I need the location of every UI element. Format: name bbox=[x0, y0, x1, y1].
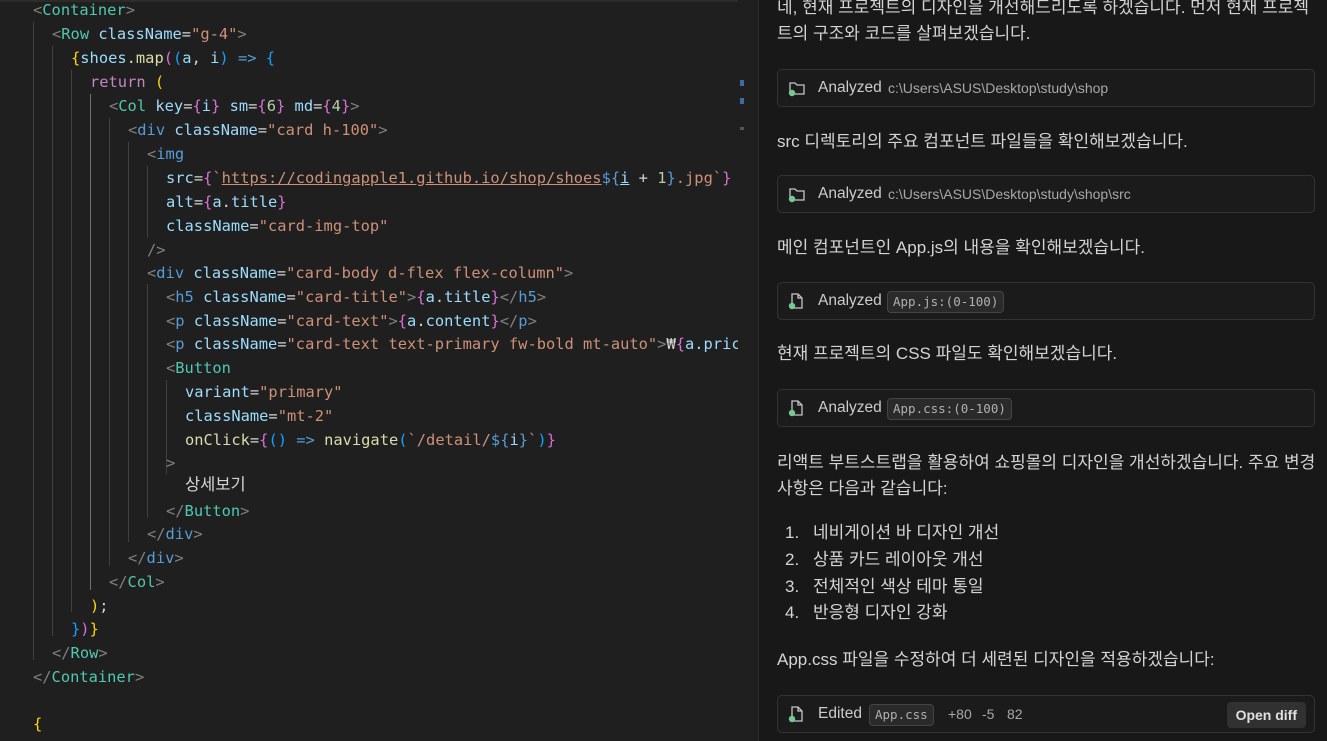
list-item: 2. 상품 카드 레이아웃 개선 bbox=[785, 550, 984, 569]
code-line-4[interactable]: return ( bbox=[90, 70, 164, 94]
code-line-22[interactable]: </Button> bbox=[166, 499, 249, 523]
lines-removed: -5 bbox=[982, 706, 995, 722]
indent-guide bbox=[109, 118, 110, 566]
code-line-8[interactable]: src={`https://codingapple1.github.io/sho… bbox=[166, 166, 731, 190]
file-icon bbox=[788, 399, 806, 417]
tool-card-analyzed-shop[interactable]: Analyzed c:\Users\ASUS\Desktop\study\sho… bbox=[777, 69, 1315, 107]
chat-text-3: 메인 컴포넌트인 App.js의 내용을 확인해보겠습니다. bbox=[777, 238, 1146, 257]
minimap-marker bbox=[740, 80, 744, 86]
code-line-20[interactable]: > bbox=[166, 451, 175, 475]
tool-card-analyzed-appjs[interactable]: Analyzed App.js:(0-100) bbox=[777, 282, 1315, 320]
tool-card-analyzed-appcss[interactable]: Analyzed App.css:(0-100) bbox=[777, 389, 1315, 427]
code-line-31[interactable]: { bbox=[33, 712, 42, 736]
code-line-13[interactable]: <h5 className="card-title">{a.title}</h5… bbox=[166, 285, 546, 309]
file-icon bbox=[788, 705, 806, 723]
code-line-15[interactable]: <p className="card-text text-primary fw-… bbox=[166, 332, 738, 356]
list-item: 1. 네비게이션 바 디자인 개선 bbox=[785, 523, 1000, 542]
code-line-11[interactable]: /> bbox=[147, 238, 166, 262]
tool-label: Analyzed bbox=[818, 185, 882, 202]
file-chip[interactable]: App.css bbox=[869, 704, 934, 726]
code-line-28[interactable]: </Row> bbox=[52, 641, 108, 665]
code-line-2[interactable]: <Row className="g-4"> bbox=[52, 22, 247, 46]
code-line-24[interactable]: </div> bbox=[128, 546, 184, 570]
code-line-18[interactable]: className="mt-2" bbox=[185, 404, 333, 428]
chat-text-2: src 디렉토리의 주요 컴포넌트 파일들을 확인해보겠습니다. bbox=[777, 132, 1188, 151]
code-line-7[interactable]: <img bbox=[147, 142, 184, 166]
code-line-16[interactable]: <Button bbox=[166, 356, 231, 380]
indent-guide bbox=[147, 166, 148, 238]
indent-guide bbox=[52, 46, 53, 636]
indent-guide bbox=[71, 70, 72, 612]
code-line-25[interactable]: </Col> bbox=[109, 570, 165, 594]
code-line-29[interactable]: </Container> bbox=[33, 665, 144, 689]
code-line-1[interactable]: <Container> bbox=[33, 0, 135, 22]
tool-label: Analyzed bbox=[818, 292, 882, 309]
file-chip[interactable]: App.js:(0-100) bbox=[887, 291, 1005, 313]
code-line-9[interactable]: alt={a.title} bbox=[166, 190, 287, 214]
chat-text-6: App.css 파일을 수정하여 더 세련된 디자인을 적용하겠습니다: bbox=[777, 650, 1215, 669]
chat-intro-text: 네, 현재 프로젝트의 디자인을 개선해드리도록 하겠습니다. 먼저 현재 프로… bbox=[777, 0, 1310, 43]
minimap-marker bbox=[740, 98, 744, 104]
code-line-26[interactable]: ); bbox=[90, 594, 109, 618]
code-line-17[interactable]: variant="primary" bbox=[185, 380, 343, 404]
minimap-marker bbox=[740, 127, 744, 130]
code-line-14[interactable]: <p className="card-text">{a.content}</p> bbox=[166, 309, 537, 333]
list-item: 4. 반응형 디자인 강화 bbox=[785, 603, 948, 622]
tool-label: Analyzed bbox=[818, 399, 882, 416]
lines-added: +80 bbox=[948, 706, 972, 722]
code-line-12[interactable]: <div className="card-body d-flex flex-co… bbox=[147, 261, 573, 285]
code-line-19[interactable]: onClick={() => navigate(`/detail/${i}`)} bbox=[185, 428, 556, 452]
code-line-6[interactable]: <div className="card h-100"> bbox=[128, 118, 388, 142]
file-chip[interactable]: App.css:(0-100) bbox=[887, 398, 1012, 420]
tool-card-analyzed-src[interactable]: Analyzed c:\Users\ASUS\Desktop\study\sho… bbox=[777, 175, 1315, 213]
tool-card-edited-appcss[interactable]: Edited App.css +80 -5 82 Open diff bbox=[777, 695, 1315, 733]
file-icon bbox=[788, 292, 806, 310]
list-item: 3. 전체적인 색상 테마 통일 bbox=[785, 577, 984, 596]
code-line-3[interactable]: {shoes.map((a, i) => { bbox=[71, 46, 275, 70]
tool-path: c:\Users\ASUS\Desktop\study\shop\src bbox=[888, 186, 1131, 202]
indent-guide bbox=[128, 142, 129, 542]
code-line-27[interactable]: })} bbox=[71, 617, 99, 641]
tool-path: c:\Users\ASUS\Desktop\study\shop bbox=[888, 80, 1109, 96]
indent-guide bbox=[33, 22, 34, 660]
code-editor[interactable]: <Container> <Row className="g-4"> {shoes… bbox=[0, 0, 738, 741]
code-line-21[interactable]: 상세보기 bbox=[185, 473, 246, 497]
pane-splitter[interactable] bbox=[738, 0, 759, 741]
code-line-5[interactable]: <Col key={i} sm={6} md={4}> bbox=[109, 94, 360, 118]
chat-text-5: 리액트 부트스트랩을 활용하여 쇼핑몰의 디자인을 개선하겠습니다. 주요 변경… bbox=[777, 453, 1316, 498]
code-line-32[interactable]: shoes.map bbox=[52, 736, 135, 741]
tool-label: Edited bbox=[818, 705, 862, 722]
code-line-23[interactable]: </div> bbox=[147, 522, 203, 546]
chat-panel: 네, 현재 프로젝트의 디자인을 개선해드리도록 하겠습니다. 먼저 현재 프로… bbox=[759, 0, 1327, 741]
indent-guide bbox=[147, 284, 148, 518]
chat-text-4: 현재 프로젝트의 CSS 파일도 확인해보겠습니다. bbox=[777, 344, 1118, 363]
line-count: 82 bbox=[1007, 706, 1023, 722]
folder-icon bbox=[788, 79, 806, 97]
folder-icon bbox=[788, 185, 806, 203]
open-diff-button[interactable]: Open diff bbox=[1226, 702, 1306, 728]
tool-label: Analyzed bbox=[818, 79, 882, 96]
code-line-10[interactable]: className="card-img-top" bbox=[166, 214, 388, 238]
indent-guide-active bbox=[90, 94, 91, 590]
